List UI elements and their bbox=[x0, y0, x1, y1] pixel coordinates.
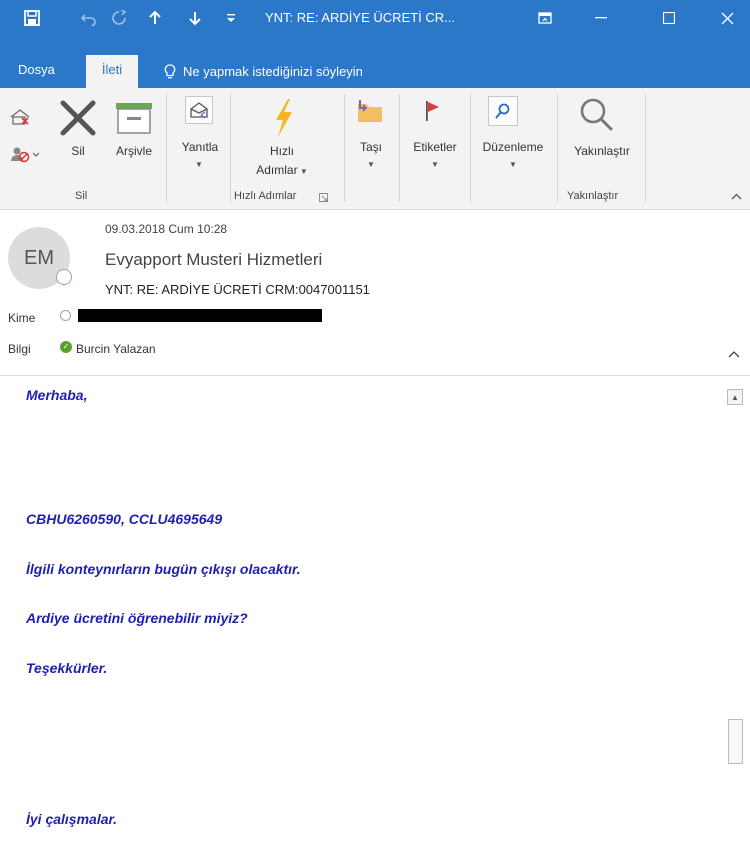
body-line-1: İlgili konteynırların bugün çıkışı olaca… bbox=[26, 561, 301, 577]
collapse-ribbon-icon[interactable] bbox=[729, 190, 743, 202]
ribbon-display-options-icon[interactable] bbox=[534, 0, 556, 36]
message-body: Merhaba, CBHU6260590, CCLU4695649 İlgili… bbox=[0, 377, 750, 848]
group-label-zoom: Yakınlaştır bbox=[567, 190, 619, 202]
junk-icon[interactable] bbox=[9, 144, 41, 164]
quick-steps-icon[interactable] bbox=[268, 96, 298, 140]
tags-label[interactable]: Etiketler bbox=[404, 140, 466, 154]
tags-dropdown-icon[interactable]: ▼ bbox=[431, 160, 439, 169]
group-divider bbox=[557, 94, 558, 202]
collapse-header-icon[interactable] bbox=[728, 347, 740, 361]
body-container-numbers: CBHU6260590, CCLU4695649 bbox=[26, 511, 223, 527]
ribbon-tab-bar: Dosya İleti Ne yapmak istediğinizi söyle… bbox=[0, 36, 750, 88]
body-closing: İyi çalışmalar. bbox=[26, 811, 118, 827]
body-thanks: Teşekkürler. bbox=[26, 660, 108, 676]
quick-steps-label-2[interactable]: Adımlar ▼ bbox=[250, 163, 314, 177]
tell-me-search[interactable]: Ne yapmak istediğinizi söyleyin bbox=[164, 55, 363, 88]
group-divider bbox=[470, 94, 471, 202]
archive-icon[interactable] bbox=[112, 96, 156, 140]
redacted-recipient bbox=[78, 309, 322, 322]
move-icon[interactable] bbox=[354, 96, 386, 126]
delete-label[interactable]: Sil bbox=[64, 144, 92, 158]
maximize-button[interactable] bbox=[646, 0, 692, 36]
archive-label[interactable]: Arşivle bbox=[105, 144, 163, 158]
editing-dropdown-icon[interactable]: ▼ bbox=[509, 160, 517, 169]
minimize-button[interactable] bbox=[578, 0, 624, 36]
cc-recipient[interactable]: Burcin Yalazan bbox=[76, 342, 156, 356]
close-button[interactable] bbox=[704, 0, 750, 36]
ribbon: Sil Arşivle Sil Yanıtla ▼ Hızlı Adımlar … bbox=[0, 88, 750, 210]
previous-item-icon[interactable] bbox=[144, 0, 166, 36]
group-label-sil: Sil bbox=[75, 190, 88, 202]
dialog-launcher-icon[interactable] bbox=[318, 192, 328, 202]
zoom-icon[interactable] bbox=[576, 94, 616, 134]
scroll-up-button[interactable]: ▲ bbox=[727, 389, 743, 405]
tab-dosya[interactable]: Dosya bbox=[10, 55, 63, 88]
recipient-presence-icon bbox=[60, 310, 71, 321]
cc-label: Bilgi bbox=[8, 342, 31, 356]
quick-access-dropdown-icon[interactable] bbox=[222, 0, 240, 36]
editing-icon[interactable] bbox=[488, 96, 518, 126]
delete-icon[interactable] bbox=[56, 96, 100, 140]
respond-icon[interactable] bbox=[185, 96, 213, 124]
tags-flag-icon[interactable] bbox=[418, 96, 448, 126]
sender-name[interactable]: Evyapport Musteri Hizmetleri bbox=[105, 250, 322, 270]
group-divider bbox=[344, 94, 345, 202]
presence-status-icon bbox=[56, 269, 72, 285]
quick-steps-label-1[interactable]: Hızlı bbox=[262, 144, 302, 158]
body-line-2: Ardiye ücretini öğrenebilir miyiz? bbox=[26, 610, 248, 626]
move-label[interactable]: Taşı bbox=[354, 140, 388, 154]
save-icon[interactable] bbox=[20, 0, 44, 36]
undo-icon[interactable] bbox=[78, 0, 100, 36]
tell-me-text: Ne yapmak istediğinizi söyleyin bbox=[183, 63, 363, 79]
avatar-initials: EM bbox=[24, 246, 54, 269]
sent-date: 09.03.2018 Cum 10:28 bbox=[105, 222, 228, 236]
respond-dropdown-icon[interactable]: ▼ bbox=[195, 160, 203, 169]
ignore-conversation-icon[interactable] bbox=[9, 106, 31, 126]
move-dropdown-icon[interactable]: ▼ bbox=[367, 160, 375, 169]
group-divider bbox=[645, 94, 646, 202]
editing-label[interactable]: Düzenleme bbox=[473, 140, 553, 154]
respond-label[interactable]: Yanıtla bbox=[172, 140, 228, 154]
tab-ileti[interactable]: İleti bbox=[86, 55, 138, 88]
group-divider bbox=[399, 94, 400, 202]
body-greeting: Merhaba, bbox=[26, 387, 88, 403]
window-title: YNT: RE: ARDİYE ÜCRETİ CR... bbox=[265, 10, 455, 25]
lightbulb-icon bbox=[164, 63, 176, 78]
message-subject: YNT: RE: ARDİYE ÜCRETİ CRM:0047001151 bbox=[105, 282, 370, 297]
next-item-icon[interactable] bbox=[184, 0, 206, 36]
to-label: Kime bbox=[8, 311, 36, 325]
group-divider bbox=[230, 94, 231, 202]
group-divider bbox=[166, 94, 167, 202]
message-header: EM 09.03.2018 Cum 10:28 Evyapport Muster… bbox=[0, 210, 750, 376]
redo-icon[interactable] bbox=[108, 0, 130, 36]
zoom-label[interactable]: Yakınlaştır bbox=[561, 144, 643, 158]
available-status-icon: ✓ bbox=[60, 341, 72, 353]
title-bar: YNT: RE: ARDİYE ÜCRETİ CR... bbox=[0, 0, 750, 36]
scrollbar-thumb[interactable] bbox=[728, 719, 743, 764]
quick-steps-label-2-text: Adımlar bbox=[256, 163, 298, 177]
group-label-quick-steps: Hızlı Adımlar bbox=[234, 190, 297, 202]
